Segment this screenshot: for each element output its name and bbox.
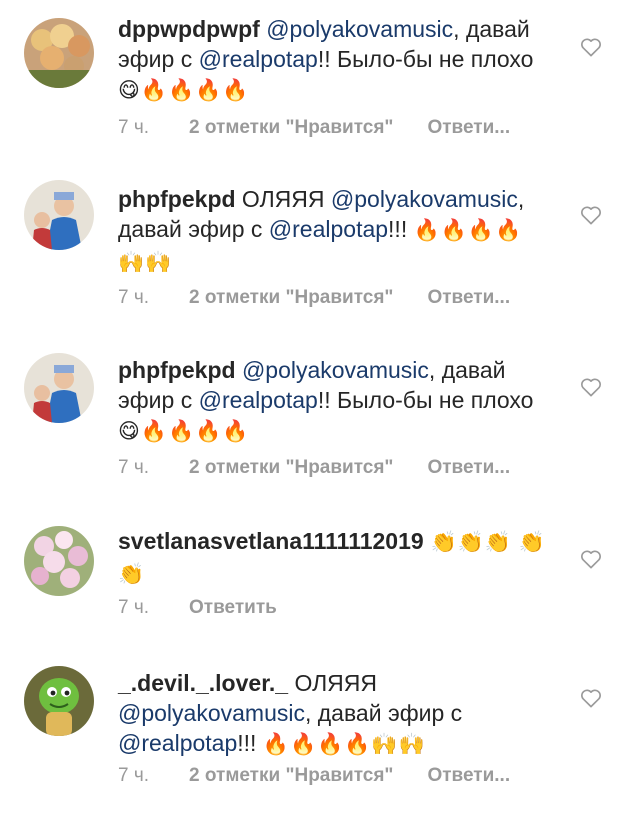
avatar[interactable]	[24, 18, 94, 88]
mention-link[interactable]: @realpotap	[269, 216, 388, 242]
comment-text: phpfpekpd ОЛЯЯЯ @polyakovamusic, давай э…	[118, 186, 525, 274]
comment-time: 7 ч.	[118, 765, 150, 786]
heart-icon[interactable]	[580, 549, 602, 569]
comment-time: 7 ч.	[118, 287, 150, 308]
heart-icon[interactable]	[580, 205, 602, 225]
comment-time: 7 ч.	[118, 597, 150, 618]
avatar[interactable]	[24, 353, 94, 423]
comment-time: 7 ч.	[118, 117, 150, 138]
comment-text: phpfpekpd @polyakovamusic, давай эфир с …	[118, 357, 534, 443]
mention-link[interactable]: @polyakovamusic	[118, 700, 305, 726]
comment-username[interactable]: phpfpekpd	[118, 186, 236, 212]
likes-count[interactable]: 2 отметки "Нравится"	[189, 457, 393, 478]
emoji-group: 😋🔥🔥🔥🔥	[118, 420, 250, 443]
comment-username[interactable]: _.devil._.lover._	[118, 670, 288, 696]
comment-meta: 7 ч. Ответить	[118, 597, 277, 619]
comment-meta: 7 ч. 2 отметки "Нравится" Ответи...	[118, 765, 510, 787]
comment-meta: 7 ч. 2 отметки "Нравится" Ответи...	[118, 457, 510, 479]
mention-link[interactable]: @polyakovamusic	[331, 186, 518, 212]
likes-count[interactable]: 2 отметки "Нравится"	[189, 287, 393, 308]
emoji-group: 😋🔥🔥🔥🔥	[118, 79, 250, 102]
mention-link[interactable]: @polyakovamusic	[266, 16, 453, 42]
reply-button[interactable]: Ответить	[189, 597, 277, 618]
mention-link[interactable]: @realpotap	[199, 46, 318, 72]
avatar[interactable]	[24, 526, 94, 596]
heart-icon[interactable]	[580, 377, 602, 397]
comment-username[interactable]: svetlanasvetlana1111112019	[118, 528, 424, 554]
reply-button[interactable]: Ответи...	[427, 457, 510, 478]
comment-text: svetlanasvetlana1111112019 👏👏👏 👏👏	[118, 526, 550, 590]
heart-icon[interactable]	[580, 37, 602, 57]
reply-button[interactable]: Ответи...	[427, 287, 510, 308]
emoji-group: 🔥🔥🔥🔥🙌🙌	[262, 733, 426, 756]
comment-text: dppwpdpwpf @polyakovamusic, давай эфир с…	[118, 16, 534, 102]
likes-count[interactable]: 2 отметки "Нравится"	[189, 765, 393, 786]
comment-meta: 7 ч. 2 отметки "Нравится" Ответи...	[118, 287, 510, 309]
reply-button[interactable]: Ответи...	[427, 117, 510, 138]
likes-count[interactable]: 2 отметки "Нравится"	[189, 117, 393, 138]
comment-username[interactable]: dppwpdpwpf	[118, 16, 260, 42]
comment-username[interactable]: phpfpekpd	[118, 357, 236, 383]
mention-link[interactable]: @realpotap	[199, 387, 318, 413]
comment-meta: 7 ч. 2 отметки "Нравится" Ответи...	[118, 117, 510, 139]
reply-button[interactable]: Ответи...	[427, 765, 510, 786]
comment-text: _.devil._.lover._ ОЛЯЯЯ @polyakovamusic,…	[118, 670, 463, 756]
mention-link[interactable]: @realpotap	[118, 730, 237, 756]
avatar[interactable]	[24, 666, 94, 736]
mention-link[interactable]: @polyakovamusic	[242, 357, 429, 383]
comment-list: dppwpdpwpf @polyakovamusic, давай эфир с…	[0, 0, 638, 815]
comment-time: 7 ч.	[118, 457, 150, 478]
avatar[interactable]	[24, 180, 94, 250]
heart-icon[interactable]	[580, 688, 602, 708]
